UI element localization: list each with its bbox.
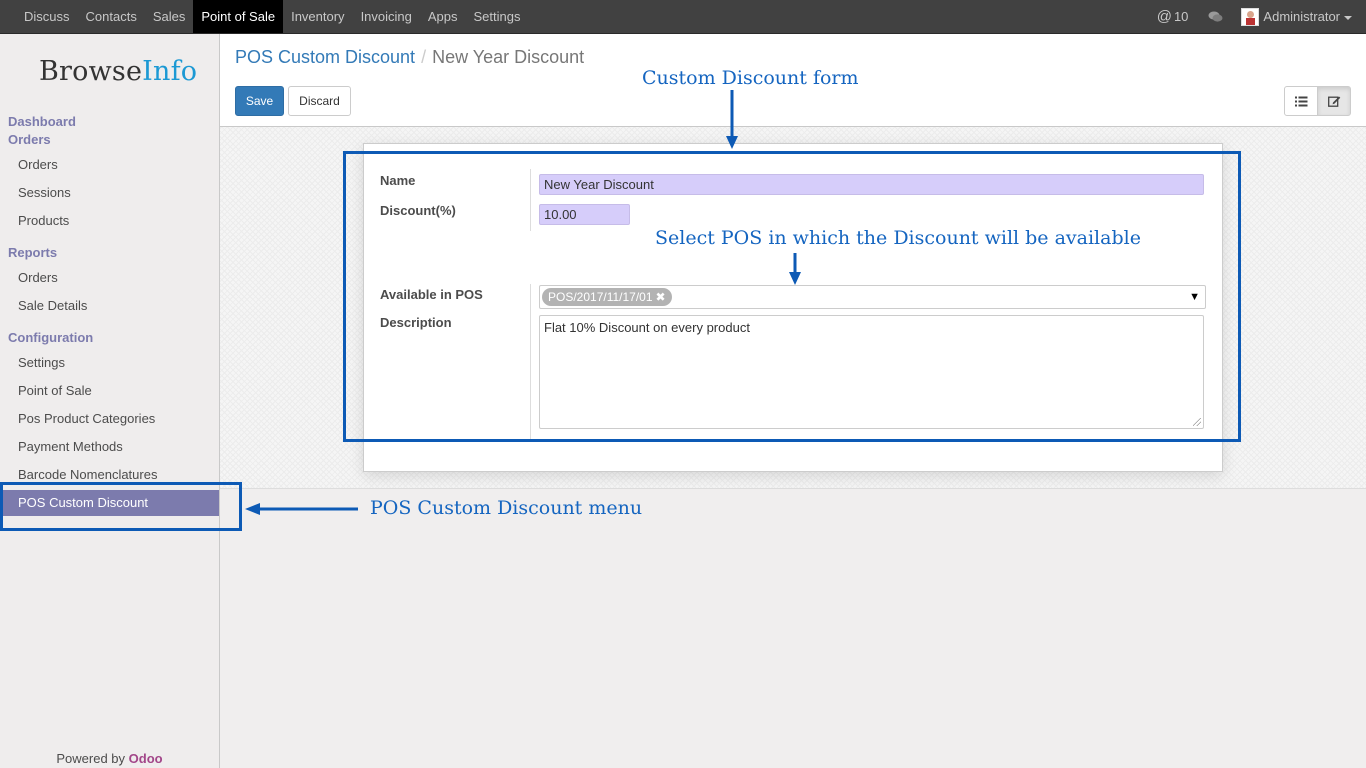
form-view-icon — [1327, 96, 1340, 107]
list-view-button[interactable] — [1284, 86, 1318, 116]
menu-contacts[interactable]: Contacts — [78, 0, 145, 33]
sidebar-heading-configuration[interactable]: Configuration — [8, 330, 93, 345]
user-menu-name[interactable]: Administrator — [1263, 9, 1340, 24]
top-navbar: Discuss Contacts Sales Point of Sale Inv… — [0, 0, 1366, 34]
sidebar-item-point-of-sale[interactable]: Point of Sale — [0, 378, 219, 404]
at-icon: @ — [1156, 8, 1172, 25]
menu-settings[interactable]: Settings — [466, 0, 529, 33]
menu-discuss[interactable]: Discuss — [16, 0, 78, 33]
breadcrumb-separator: / — [421, 47, 427, 67]
form-highlight-box — [343, 151, 1241, 442]
save-button[interactable]: Save — [235, 86, 284, 116]
form-annotation-label: Custom Discount form — [642, 67, 859, 89]
sidebar-item-orders[interactable]: Orders — [0, 152, 219, 178]
menu-highlight-box — [0, 482, 242, 531]
sidebar-item-dashboard[interactable]: Dashboard — [8, 114, 76, 129]
sidebar-item-sessions[interactable]: Sessions — [0, 180, 219, 206]
powered-by: Powered by Odoo — [56, 751, 163, 766]
view-switcher — [1284, 86, 1351, 116]
odoo-link[interactable]: Odoo — [129, 751, 163, 766]
sidebar-item-pos-product-categories[interactable]: Pos Product Categories — [0, 406, 219, 432]
mentions-count: 10 — [1173, 9, 1189, 24]
avatar[interactable] — [1241, 7, 1260, 26]
sidebar-item-settings[interactable]: Settings — [0, 350, 219, 376]
sidebar-item-products[interactable]: Products — [0, 208, 219, 234]
menu-sales[interactable]: Sales — [145, 0, 194, 33]
systray: @ 10 Administrator — [1157, 0, 1366, 33]
mentions-button[interactable]: @ 10 — [1157, 8, 1189, 25]
sidebar-heading-reports[interactable]: Reports — [8, 245, 57, 260]
menu-point-of-sale[interactable]: Point of Sale — [193, 0, 284, 33]
sidebar-item-report-orders[interactable]: Orders — [0, 265, 219, 291]
breadcrumb: POS Custom Discount / New Year Discount — [235, 47, 584, 68]
breadcrumb-parent-link[interactable]: POS Custom Discount — [235, 47, 415, 67]
chat-icon[interactable] — [1208, 11, 1223, 23]
sidebar-item-sale-details[interactable]: Sale Details — [0, 293, 219, 319]
chevron-down-icon[interactable] — [1344, 15, 1352, 20]
list-view-icon — [1294, 96, 1307, 106]
discard-button[interactable]: Discard — [288, 86, 351, 116]
sidebar-heading-orders[interactable]: Orders — [8, 132, 51, 147]
pos-annotation-label: Select POS in which the Discount will be… — [655, 227, 1141, 249]
breadcrumb-current: New Year Discount — [432, 47, 585, 67]
menu-apps[interactable]: Apps — [420, 0, 466, 33]
menu-annotation-label: POS Custom Discount menu — [370, 497, 643, 519]
arrow-left-menu-icon — [245, 503, 358, 515]
main-menu: Discuss Contacts Sales Point of Sale Inv… — [16, 0, 529, 33]
sidebar-item-payment-methods[interactable]: Payment Methods — [0, 434, 219, 460]
form-view-button[interactable] — [1317, 86, 1351, 116]
menu-inventory[interactable]: Inventory — [283, 0, 352, 33]
menu-invoicing[interactable]: Invoicing — [353, 0, 420, 33]
sidebar: BrowseInfo Dashboard Orders Orders Sessi… — [0, 34, 220, 768]
company-logo: BrowseInfo — [39, 56, 198, 87]
